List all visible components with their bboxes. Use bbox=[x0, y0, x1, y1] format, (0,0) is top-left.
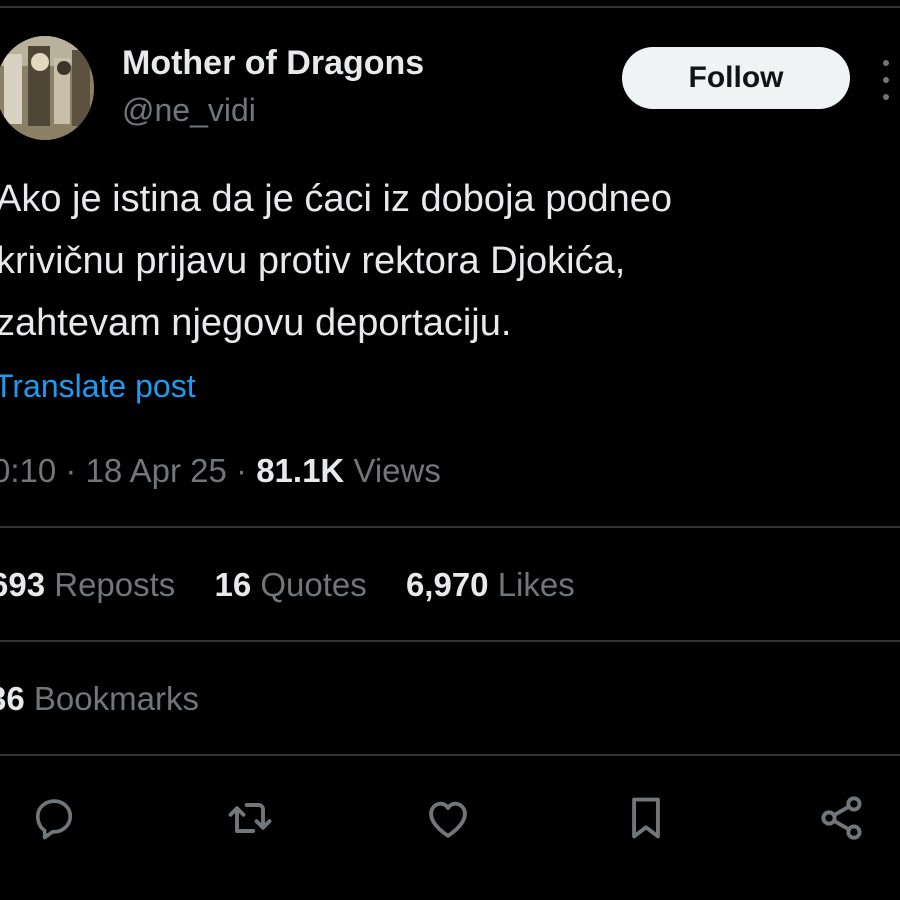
tweet-text: Ako je istina da je ćaci iz doboja podne… bbox=[0, 168, 886, 354]
views-label: Views bbox=[353, 452, 441, 489]
repost-button[interactable] bbox=[222, 790, 278, 846]
reposts-stat[interactable]: 693 Reposts bbox=[0, 566, 175, 604]
reposts-count: 693 bbox=[0, 566, 46, 603]
tweet-line: krivičnu prijavu protiv rektora Djokića, bbox=[0, 240, 626, 282]
bookmark-icon bbox=[632, 797, 660, 839]
share-button[interactable] bbox=[814, 790, 870, 846]
reposts-label: Reposts bbox=[54, 566, 176, 603]
tweet-line: zahtevam njegovu deportaciju. bbox=[0, 302, 512, 344]
likes-count: 6,970 bbox=[405, 566, 489, 603]
tweet-line: Ako je istina da je ćaci iz doboja podne… bbox=[0, 178, 673, 220]
translate-post-link[interactable]: Translate post bbox=[0, 368, 196, 405]
avatar[interactable] bbox=[0, 36, 94, 140]
views-count: 81.1K bbox=[256, 452, 345, 489]
share-icon bbox=[821, 796, 862, 840]
post-time[interactable]: 0:10 bbox=[0, 452, 56, 489]
bookmarks-count: 36 bbox=[0, 680, 25, 717]
engagement-stats: 693 Reposts 16 Quotes 6,970 Likes bbox=[0, 566, 605, 604]
divider bbox=[0, 640, 900, 642]
bookmarks-label: Bookmarks bbox=[33, 680, 199, 717]
author-display-name[interactable]: Mother of Dragons bbox=[122, 44, 424, 83]
follow-button[interactable]: Follow bbox=[622, 47, 850, 109]
quotes-count: 16 bbox=[214, 566, 252, 603]
divider bbox=[0, 526, 900, 528]
likes-label: Likes bbox=[497, 566, 575, 603]
reply-button[interactable] bbox=[26, 790, 82, 846]
repost-icon bbox=[228, 803, 272, 833]
quotes-label: Quotes bbox=[260, 566, 367, 603]
meta-separator: · bbox=[65, 452, 77, 489]
likes-stat[interactable]: 6,970 Likes bbox=[406, 566, 575, 604]
reply-icon bbox=[35, 799, 73, 840]
divider bbox=[0, 754, 900, 756]
post-date[interactable]: 18 Apr 25 bbox=[86, 452, 227, 489]
like-button[interactable] bbox=[420, 790, 476, 846]
author-handle[interactable]: @ne_vidi bbox=[122, 92, 256, 129]
like-icon bbox=[429, 801, 467, 838]
bookmarks-stat[interactable]: 36 Bookmarks bbox=[0, 680, 199, 718]
meta-separator: · bbox=[236, 452, 248, 489]
avatar-photo-icon bbox=[0, 36, 94, 140]
bookmark-button[interactable] bbox=[618, 790, 674, 846]
action-bar bbox=[0, 790, 900, 850]
tweet-metadata: 0:10 · 18 Apr 25 · 81.1K Views bbox=[0, 452, 441, 490]
quotes-stat[interactable]: 16 Quotes bbox=[214, 566, 366, 604]
more-options-icon[interactable] bbox=[880, 60, 892, 100]
top-divider bbox=[0, 6, 900, 8]
